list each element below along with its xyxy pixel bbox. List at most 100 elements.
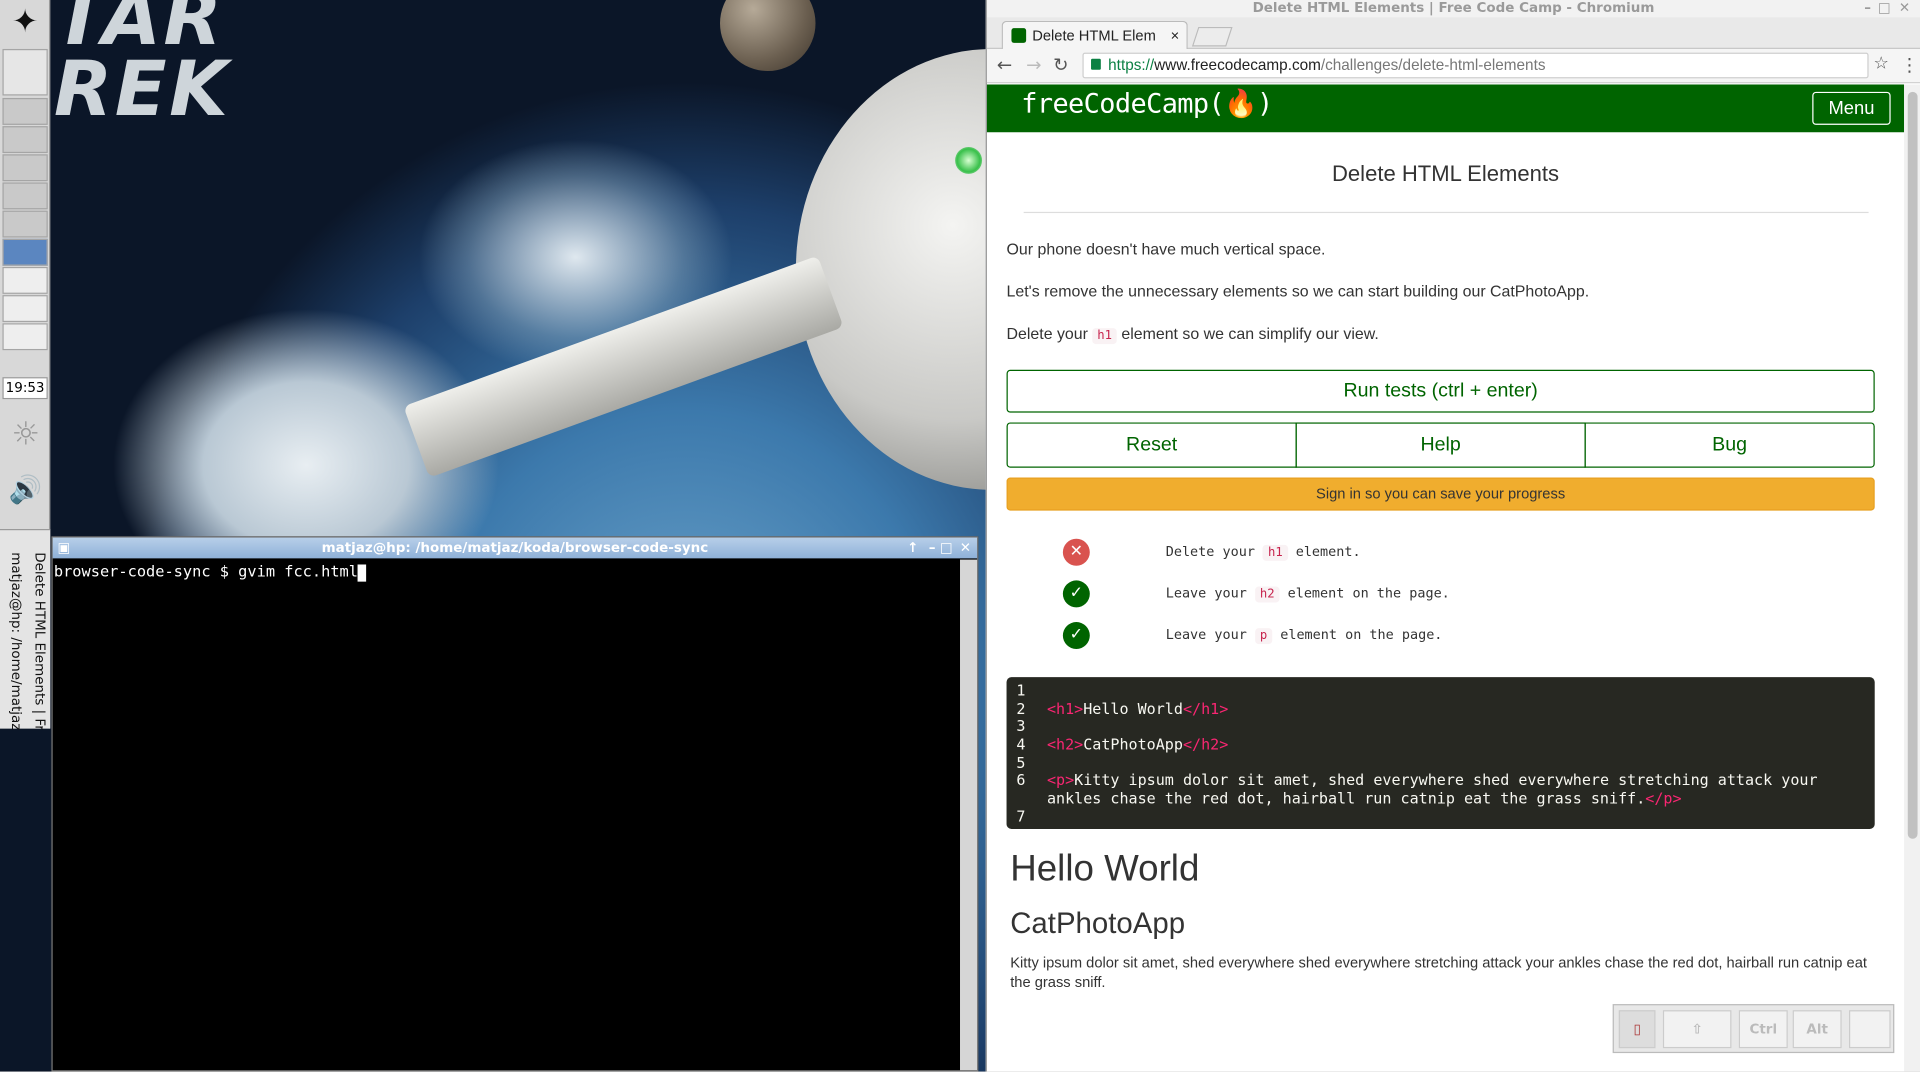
browser-tabbar: Delete HTML Elem × xyxy=(986,17,1920,51)
p3-text-before: Delete your xyxy=(1006,324,1093,343)
browser-tab-title: Delete HTML Elem xyxy=(1032,26,1156,45)
terminal-output[interactable]: browser-code-sync $ gvim fcc.html xyxy=(53,560,960,1071)
pass-check-icon: ✓ xyxy=(1062,580,1090,608)
test-text-pre: Delete your xyxy=(1165,543,1264,560)
browser-toolbar: ← → ↻ https://www.freecodecamp.com/chall… xyxy=(986,48,1920,84)
page-scrollbar[interactable] xyxy=(1904,84,1920,1072)
starship-saucer-graphic xyxy=(795,48,986,490)
launcher-editor-icon[interactable] xyxy=(2,323,48,351)
alt-key[interactable]: Alt xyxy=(1792,1010,1842,1049)
browser-window-title: Delete HTML Elements | Free Code Camp - … xyxy=(1252,0,1655,16)
browser-tab-active[interactable]: Delete HTML Elem × xyxy=(1001,20,1188,51)
p3-text-after: element so we can simplify our view. xyxy=(1116,324,1379,343)
challenge-content: Delete HTML Elements Our phone doesn't h… xyxy=(987,132,1904,1071)
test-text-post: element. xyxy=(1287,543,1361,560)
browser-menu-icon[interactable]: ⋮ xyxy=(1900,54,1918,76)
page-scrollbar-thumb[interactable] xyxy=(1907,91,1918,839)
signin-banner[interactable]: Sign in so you can save your progress xyxy=(1006,477,1875,511)
workspace-1[interactable] xyxy=(2,97,48,125)
reset-button[interactable]: Reset xyxy=(1006,422,1297,468)
test-text: Leave your p element on the page. xyxy=(1166,627,1442,645)
code-tag: </p> xyxy=(1645,789,1682,808)
line-number: 5 xyxy=(1016,753,1026,772)
fcc-favicon-icon xyxy=(1011,28,1027,43)
test-text: Leave your h2 element on the page. xyxy=(1166,585,1450,603)
code-line: ankles chase the red dot, hairball run c… xyxy=(1007,790,1875,808)
tab-close-icon[interactable]: × xyxy=(1171,22,1180,49)
browser-minimize-icon[interactable]: – xyxy=(1864,0,1871,17)
launcher-chromium-icon[interactable] xyxy=(2,295,48,323)
reload-icon[interactable]: ↻ xyxy=(1053,54,1068,76)
line-number: 6 xyxy=(1016,771,1026,790)
code-tag: <h2> xyxy=(1046,736,1084,754)
url-scheme: https:// xyxy=(1108,56,1155,74)
test-text-post: element on the page. xyxy=(1279,585,1450,602)
code-tag: </h2> xyxy=(1182,736,1229,754)
browser-titlebar[interactable]: Delete HTML Elements | Free Code Camp - … xyxy=(986,0,1920,18)
test-text: Delete your h1 element. xyxy=(1165,543,1361,561)
start-menu-icon[interactable]: ✦ xyxy=(5,2,45,41)
volume-icon[interactable]: 🔊 xyxy=(7,473,44,510)
browser-maximize-icon[interactable]: □ xyxy=(1878,0,1891,17)
bookmark-star-icon[interactable]: ☆ xyxy=(1873,54,1888,74)
preview-paragraph: Kitty ipsum dolor sit amet, shed everywh… xyxy=(1010,953,1867,991)
code-text: CatPhotoApp xyxy=(1083,736,1183,754)
bug-button[interactable]: Bug xyxy=(1584,422,1875,468)
desktop-side-panel: ✦ 19:53 ☼ 🔊 matjaz@hp: /home/matjaz Dele… xyxy=(0,0,51,730)
address-bar[interactable]: https://www.freecodecamp.com/challenges/… xyxy=(1082,52,1869,79)
test-inline-code: h2 xyxy=(1254,586,1280,603)
code-line: 3 xyxy=(1007,718,1875,736)
code-line: 1 xyxy=(1007,682,1875,700)
terminal-window[interactable]: ▣ matjaz@hp: /home/matjaz/koda/browser-c… xyxy=(51,536,979,1072)
terminal-up-icon[interactable]: ↑ xyxy=(907,538,918,559)
launcher-terminal-icon[interactable] xyxy=(2,266,48,294)
code-line: 5 xyxy=(1007,754,1875,772)
shift-key[interactable]: ⇧ xyxy=(1662,1010,1732,1049)
code-text: Hello World xyxy=(1083,700,1183,718)
code-text: ankles chase the red dot, hairball run c… xyxy=(1046,789,1646,808)
help-button[interactable]: Help xyxy=(1295,422,1586,468)
terminal-menu-icon[interactable]: ▣ xyxy=(58,538,71,559)
taskbar-item-terminal[interactable]: matjaz@hp: /home/matjaz xyxy=(2,530,25,730)
fcc-navbar: freeCodeCamp(🔥) Menu xyxy=(986,84,1905,133)
description-paragraph-1: Our phone doesn't have much vertical spa… xyxy=(1006,240,1326,259)
workspace-4[interactable] xyxy=(2,182,48,210)
ctrl-key[interactable]: Ctrl xyxy=(1738,1010,1788,1049)
workspace-6[interactable] xyxy=(2,238,48,266)
line-number: 3 xyxy=(1016,718,1026,736)
lock-icon xyxy=(1091,58,1101,70)
system-monitor-applet[interactable] xyxy=(2,48,48,96)
forward-arrow-icon[interactable]: → xyxy=(1026,54,1041,76)
back-arrow-icon[interactable]: ← xyxy=(997,54,1012,76)
workspace-5[interactable] xyxy=(2,210,48,238)
url-path: /challenges/delete-html-elements xyxy=(1320,56,1546,74)
browser-window: Delete HTML Elements | Free Code Camp - … xyxy=(985,0,1920,1072)
terminal-scrollbar[interactable] xyxy=(960,559,978,1071)
fcc-logo[interactable]: freeCodeCamp(🔥) xyxy=(1021,89,1273,120)
workspace-3[interactable] xyxy=(2,154,48,182)
menu-button[interactable]: Menu xyxy=(1812,91,1891,125)
line-number: 1 xyxy=(1016,682,1026,700)
clock[interactable]: 19:53 xyxy=(2,377,48,400)
line-number: 2 xyxy=(1016,700,1026,718)
brightness-icon[interactable]: ☼ xyxy=(7,416,44,453)
workspace-2[interactable] xyxy=(2,126,48,154)
code-editor[interactable]: 1 2 <h1>Hello World</h1> 3 4 <h2>CatPhotoA… xyxy=(1006,677,1875,829)
mouse-icon[interactable]: ▯ xyxy=(1618,1010,1656,1049)
terminal-maximize-icon[interactable]: □ xyxy=(940,538,953,559)
browser-close-icon[interactable]: ✕ xyxy=(1899,0,1910,17)
code-tag: </h1> xyxy=(1182,700,1229,718)
vertical-taskbar: matjaz@hp: /home/matjaz Delete HTML Elem… xyxy=(0,528,51,730)
new-tab-button[interactable] xyxy=(1191,26,1233,47)
preview-h1: Hello World xyxy=(1010,848,1200,889)
terminal-titlebar[interactable]: ▣ matjaz@hp: /home/matjaz/koda/browser-c… xyxy=(52,537,978,559)
taskbar-item-browser[interactable]: Delete HTML Elements | Fr xyxy=(26,530,48,730)
terminal-minimize-icon[interactable]: – xyxy=(929,538,936,559)
starship-neck-graphic xyxy=(403,255,844,478)
blank-key[interactable] xyxy=(1848,1010,1891,1049)
fail-x-icon: ✕ xyxy=(1062,538,1090,566)
pass-check-icon: ✓ xyxy=(1062,622,1090,649)
terminal-close-icon[interactable]: ✕ xyxy=(960,538,971,559)
test-item: ✕ Delete your h1 element. xyxy=(987,538,1904,571)
run-tests-button[interactable]: Run tests (ctrl + enter) xyxy=(1006,369,1875,413)
